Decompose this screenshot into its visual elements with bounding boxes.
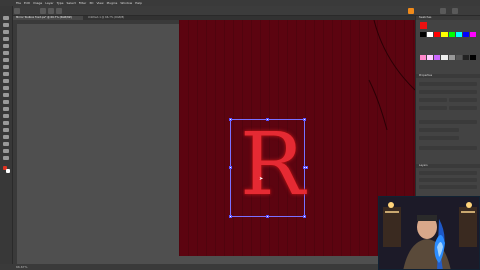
menu-layer[interactable]: Layer [45,1,53,5]
healing-brush-icon[interactable] [3,65,9,69]
mouse-cursor-icon: ➤ [259,176,264,182]
menu-window[interactable]: Window [120,1,132,5]
layer-row[interactable] [419,185,477,189]
align-right-icon[interactable] [56,8,62,14]
marquee-tool-icon[interactable] [3,23,9,27]
menu-image[interactable]: Image [33,1,42,5]
swatch[interactable] [455,54,462,60]
layers-panel-title[interactable]: Layers [416,164,480,168]
search-icon[interactable] [440,8,446,14]
menu-help[interactable]: Help [135,1,142,5]
swatch[interactable] [455,32,462,37]
options-bar [0,6,480,16]
swatch[interactable] [420,54,427,60]
auto-select-icon[interactable] [14,8,20,14]
swatch[interactable] [427,32,434,37]
transform-handle-bl[interactable] [229,215,232,218]
menu-view[interactable]: View [96,1,103,5]
appearance-row[interactable] [419,120,477,124]
background-color-icon[interactable] [6,169,10,173]
swatch[interactable] [441,54,448,60]
height-field[interactable] [449,98,477,102]
width-field[interactable] [419,98,447,102]
transform-handle-b[interactable] [266,215,269,218]
swatch[interactable] [427,54,434,60]
zoom-tool-icon[interactable] [3,156,9,160]
x-field[interactable] [419,106,447,110]
layer-row[interactable] [419,178,477,182]
share-icon[interactable] [408,8,414,14]
dodge-tool-icon[interactable] [3,114,9,118]
presenter-video [379,197,479,269]
shape-tool-icon[interactable] [3,142,9,146]
menu-select[interactable]: Select [67,1,76,5]
gradient-tool-icon[interactable] [3,100,9,104]
align-left-icon[interactable] [40,8,46,14]
swatch[interactable] [448,54,455,60]
swatch[interactable] [434,54,441,60]
menu-edit[interactable]: Edit [24,1,30,5]
properties-row[interactable] [419,90,477,94]
properties-panel-title[interactable]: Properties [416,74,480,78]
history-brush-icon[interactable] [3,86,9,90]
quick-select-icon[interactable] [3,37,9,41]
frame-tool-icon[interactable] [3,51,9,55]
rotate-handle[interactable] [305,166,308,169]
swatch[interactable] [462,32,469,37]
lasso-tool-icon[interactable] [3,30,9,34]
move-tool-icon[interactable] [3,16,9,20]
transform-handle-l[interactable] [229,166,232,169]
brush-tool-icon[interactable] [3,72,9,76]
zoom-level[interactable]: 66.67% [16,265,27,269]
clone-stamp-icon[interactable] [3,79,9,83]
letter-r-layer[interactable]: R [240,116,305,214]
eraser-tool-icon[interactable] [3,93,9,97]
crop-tool-icon[interactable] [3,44,9,48]
color-preview[interactable] [420,22,427,29]
menu-3d[interactable]: 3D [89,1,93,5]
blur-tool-icon[interactable] [3,107,9,111]
pen-tool-icon[interactable] [3,121,9,125]
swatch[interactable] [469,32,476,37]
stroke-row[interactable] [419,136,459,140]
menu-file[interactable]: File [16,1,21,5]
hand-tool-icon[interactable] [3,149,9,153]
swatch[interactable] [462,54,469,60]
transform-handle-tl[interactable] [229,118,232,121]
swatch[interactable] [469,54,476,60]
webcam-overlay [378,196,480,270]
type-tool-icon[interactable] [3,128,9,132]
transform-handle-br[interactable] [303,215,306,218]
swatch[interactable] [441,32,448,37]
swatch[interactable] [448,32,455,37]
ruler-left [13,20,17,264]
swatch[interactable] [434,32,441,37]
menu-type[interactable]: Type [57,1,64,5]
fill-row[interactable] [419,128,459,132]
workspace-icon[interactable] [452,8,458,14]
swatches-panel-title[interactable]: Swatches [416,16,480,20]
layer-row[interactable] [419,171,477,175]
align-center-icon[interactable] [48,8,54,14]
path-select-icon[interactable] [3,135,9,139]
eyedropper-icon[interactable] [3,58,9,62]
properties-row[interactable] [419,82,477,86]
status-bar: 66.67% [0,264,415,270]
swatch-grid [420,32,476,76]
menu-plugins[interactable]: Plugins [107,1,118,5]
swatch[interactable] [420,32,427,37]
tools-panel [0,6,13,270]
character-row[interactable] [419,146,477,150]
menu-filter[interactable]: Filter [79,1,86,5]
y-field[interactable] [449,106,477,110]
